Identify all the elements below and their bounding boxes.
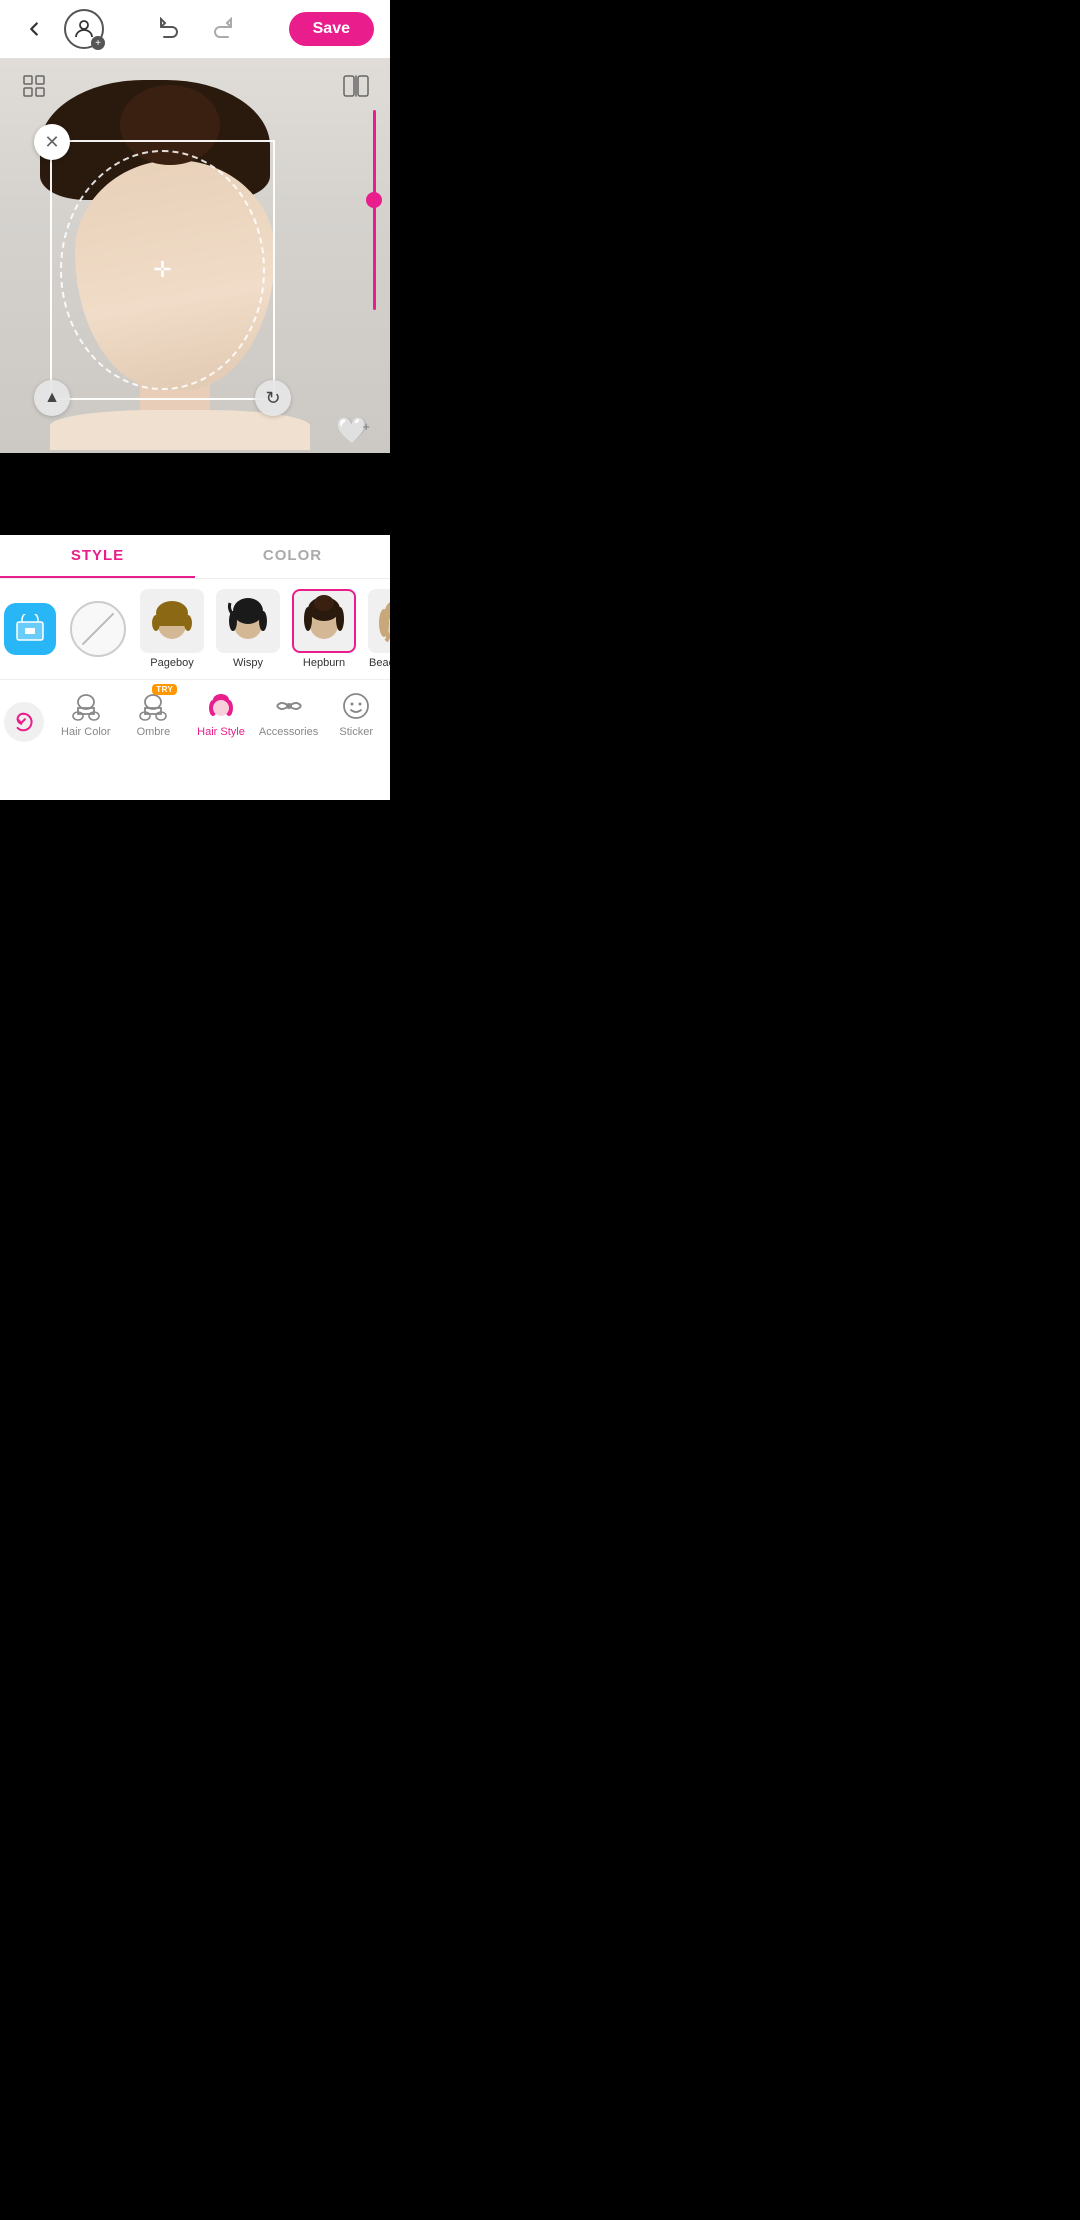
selection-box[interactable]: ✛ ✕ ▲ ↻ <box>50 140 275 400</box>
redo-button[interactable] <box>204 11 240 47</box>
hair-item-wispy-img <box>216 589 280 653</box>
hair-item-hepburn[interactable]: Hepburn <box>288 589 360 669</box>
nav-item-hairstyle[interactable]: Hair Style <box>187 684 255 742</box>
accessories-icon <box>271 688 307 724</box>
hair-item-wispy-label: Wispy <box>233 657 263 669</box>
compare-icon[interactable] <box>338 68 374 104</box>
nav-item-sticker[interactable]: Sticker <box>322 684 390 742</box>
heart-add-button[interactable]: 🤍+ <box>336 415 376 446</box>
store-icon <box>4 603 56 655</box>
opacity-slider[interactable] <box>368 110 380 310</box>
image-toolbar <box>0 68 390 104</box>
hairstyle-label: Hair Style <box>197 726 245 738</box>
top-bar: + Save <box>0 0 390 58</box>
hair-item-pageboy-img <box>140 589 204 653</box>
add-avatar-icon: + <box>91 36 105 50</box>
no-style-circle <box>70 601 126 657</box>
nav-item-ombre[interactable]: TRY Ombre <box>120 684 188 742</box>
list-icon[interactable] <box>16 68 52 104</box>
hair-item-none[interactable] <box>64 601 132 657</box>
try-badge-ombre: TRY <box>152 684 177 695</box>
move-handle[interactable]: ▲ <box>34 380 70 416</box>
undo-nav-button[interactable] <box>0 702 52 742</box>
bottom-panel: STYLE COLOR <box>0 535 390 800</box>
hair-item-beachwave-label: Beach Wave <box>369 657 390 669</box>
hair-item-beachwave-img: ↓ <box>368 589 390 653</box>
bottom-nav: Hair Color TRY Ombre <box>0 679 390 750</box>
back-button[interactable] <box>16 11 52 47</box>
accessories-label: Accessories <box>259 726 318 738</box>
ombre-icon: TRY <box>135 688 171 724</box>
sticker-icon <box>338 688 374 724</box>
style-tabs: STYLE COLOR <box>0 535 390 579</box>
hair-item-hepburn-label: Hepburn <box>303 657 345 669</box>
tab-style[interactable]: STYLE <box>0 535 195 578</box>
photo-area: ✛ ✕ ▲ ↻ <box>30 80 320 440</box>
nav-item-accessories[interactable]: Accessories <box>255 684 323 742</box>
close-handle[interactable]: ✕ <box>34 124 70 160</box>
nav-item-haircolor[interactable]: Hair Color <box>52 684 120 742</box>
hair-item-pageboy-label: Pageboy <box>150 657 193 669</box>
haircolor-label: Hair Color <box>61 726 111 738</box>
undo-button[interactable] <box>152 11 188 47</box>
hair-item-hepburn-img <box>292 589 356 653</box>
tab-color[interactable]: COLOR <box>195 535 390 578</box>
ombre-label: Ombre <box>137 726 171 738</box>
hair-item-store[interactable] <box>0 603 60 655</box>
refresh-handle[interactable]: ↻ <box>255 380 291 416</box>
hair-style-list: Pageboy Wispy <box>0 579 390 679</box>
hair-item-pageboy[interactable]: Pageboy <box>136 589 208 669</box>
avatar-icon[interactable]: + <box>64 9 104 49</box>
haircolor-icon <box>68 688 104 724</box>
hair-item-wispy[interactable]: Wispy <box>212 589 284 669</box>
hairstyle-icon <box>203 688 239 724</box>
sticker-label: Sticker <box>339 726 373 738</box>
hair-item-beachwave[interactable]: ↓ Beach Wave <box>364 589 390 669</box>
save-button[interactable]: Save <box>289 12 374 46</box>
